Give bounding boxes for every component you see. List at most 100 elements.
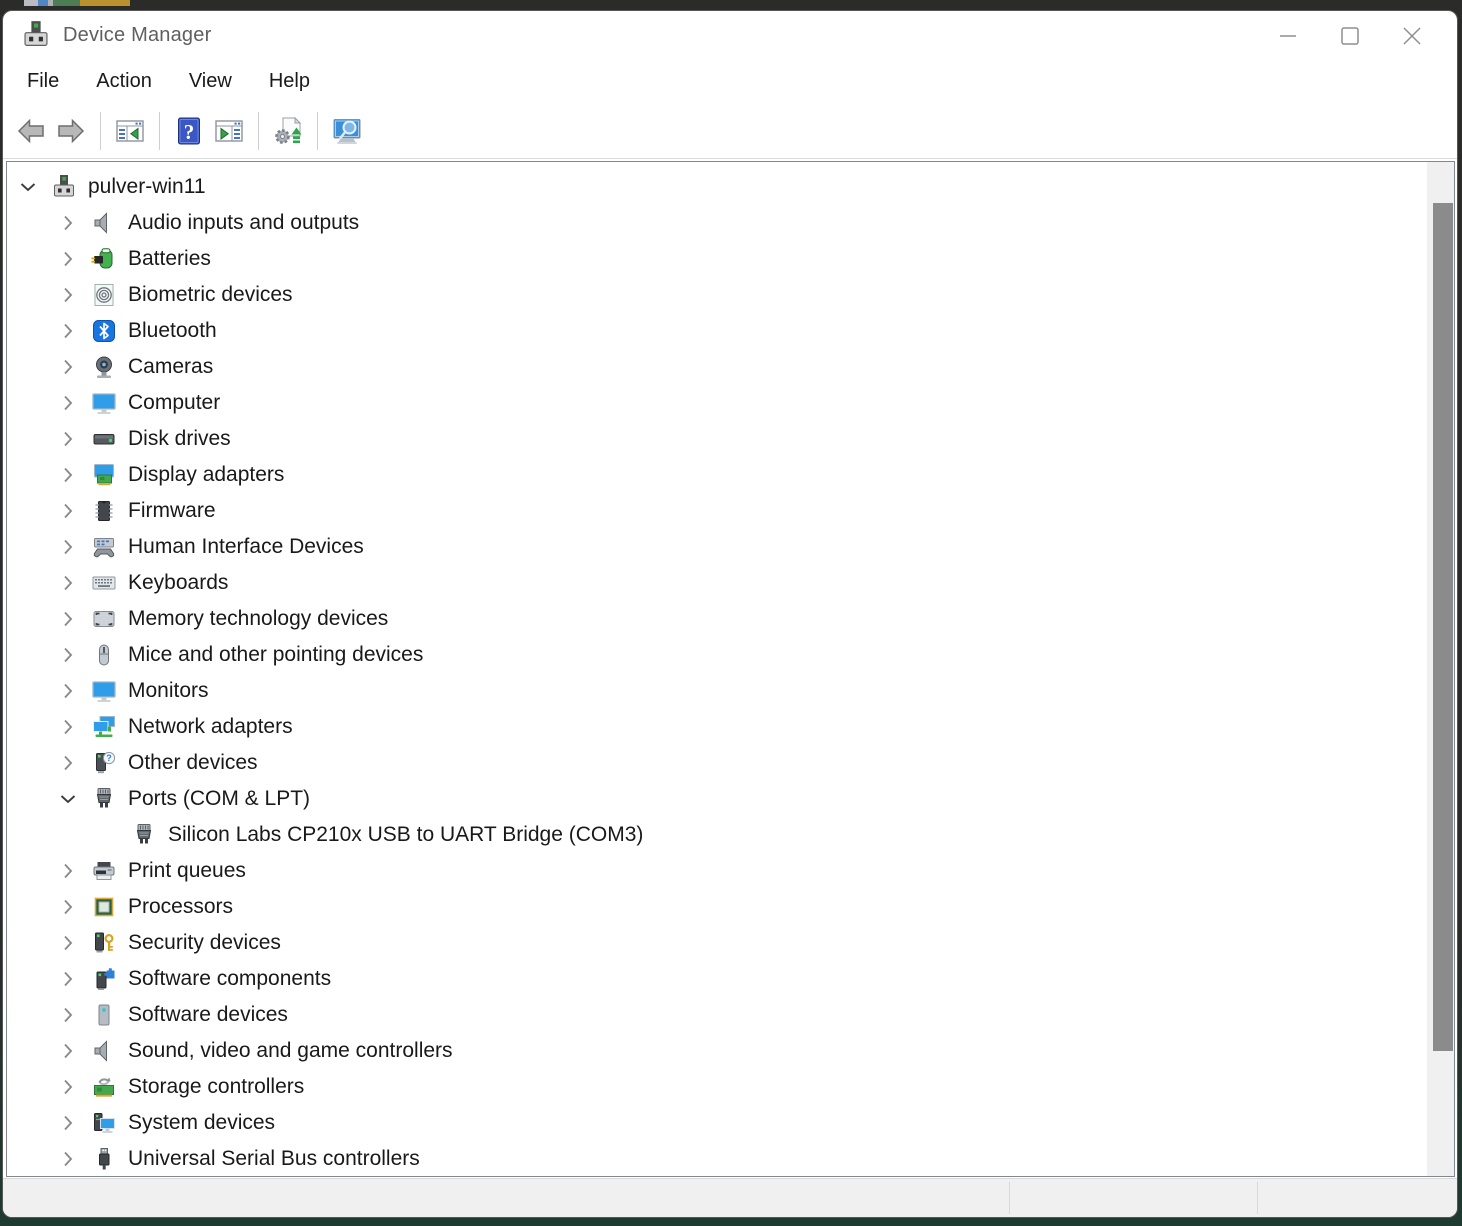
chevron-slot[interactable]	[55, 462, 81, 488]
chevron-slot[interactable]	[55, 714, 81, 740]
chevron-slot[interactable]	[55, 390, 81, 416]
chevron-right-icon[interactable]	[57, 392, 79, 414]
tree-item-display-adapters[interactable]: Display adapters	[7, 457, 1427, 493]
tree-item-cameras[interactable]: Cameras	[7, 349, 1427, 385]
chevron-slot[interactable]	[55, 1146, 81, 1172]
tree-item-biometric-devices[interactable]: Biometric devices	[7, 277, 1427, 313]
chevron-down-icon[interactable]	[17, 176, 39, 198]
chevron-right-icon[interactable]	[57, 536, 79, 558]
chevron-slot[interactable]	[55, 318, 81, 344]
tree-item-print-queues[interactable]: Print queues	[7, 853, 1427, 889]
chevron-slot[interactable]	[55, 282, 81, 308]
chevron-slot[interactable]	[55, 1110, 81, 1136]
chevron-right-icon[interactable]	[57, 932, 79, 954]
tree-item-processors[interactable]: Processors	[7, 889, 1427, 925]
chevron-right-icon[interactable]	[57, 428, 79, 450]
chevron-slot[interactable]	[55, 1002, 81, 1028]
chevron-slot[interactable]	[55, 426, 81, 452]
chevron-right-icon[interactable]	[57, 212, 79, 234]
chevron-right-icon[interactable]	[57, 464, 79, 486]
chevron-slot[interactable]	[55, 1038, 81, 1064]
tree-item-keyboards[interactable]: Keyboards	[7, 565, 1427, 601]
chevron-right-icon[interactable]	[57, 644, 79, 666]
chevron-slot[interactable]	[55, 642, 81, 668]
menu-help[interactable]: Help	[267, 68, 312, 95]
chevron-right-icon[interactable]	[57, 680, 79, 702]
chevron-right-icon[interactable]	[57, 356, 79, 378]
unknown-device-icon: ?	[91, 750, 117, 776]
chevron-slot[interactable]	[55, 354, 81, 380]
chevron-right-icon[interactable]	[57, 1112, 79, 1134]
chevron-right-icon[interactable]	[57, 572, 79, 594]
chevron-slot[interactable]	[55, 678, 81, 704]
chevron-right-icon[interactable]	[57, 500, 79, 522]
tree-item-batteries[interactable]: Batteries	[7, 241, 1427, 277]
chevron-slot[interactable]	[15, 174, 41, 200]
tree-item-sound-video-and-game-controllers[interactable]: Sound, video and game controllers	[7, 1033, 1427, 1069]
forward-button[interactable]	[51, 111, 91, 151]
close-button[interactable]	[1381, 17, 1443, 55]
chevron-right-icon[interactable]	[57, 1148, 79, 1170]
tree-item-storage-controllers[interactable]: Storage controllers	[7, 1069, 1427, 1105]
chevron-slot[interactable]	[55, 210, 81, 236]
tree-item-ports-com-lpt[interactable]: Ports (COM & LPT)	[7, 781, 1427, 817]
chevron-right-icon[interactable]	[57, 860, 79, 882]
tree-item-universal-serial-bus-controllers[interactable]: Universal Serial Bus controllers	[7, 1141, 1427, 1176]
titlebar: Device Manager	[3, 11, 1457, 59]
chevron-right-icon[interactable]	[57, 716, 79, 738]
tree-item-system-devices[interactable]: System devices	[7, 1105, 1427, 1141]
chevron-slot[interactable]	[55, 966, 81, 992]
tree-item-network-adapters[interactable]: Network adapters	[7, 709, 1427, 745]
chevron-right-icon[interactable]	[57, 608, 79, 630]
maximize-button[interactable]	[1319, 17, 1381, 55]
tree-item-software-devices[interactable]: Software devices	[7, 997, 1427, 1033]
minimize-button[interactable]	[1257, 17, 1319, 55]
chevron-right-icon[interactable]	[57, 1076, 79, 1098]
chevron-slot[interactable]	[55, 246, 81, 272]
menu-file[interactable]: File	[25, 68, 61, 95]
scrollbar-thumb[interactable]	[1433, 203, 1453, 1051]
tree-item-audio-inputs-and-outputs[interactable]: Audio inputs and outputs	[7, 205, 1427, 241]
tree-item-software-components[interactable]: Software components	[7, 961, 1427, 997]
chevron-slot[interactable]	[55, 570, 81, 596]
tree-item-memory-technology-devices[interactable]: Memory technology devices	[7, 601, 1427, 637]
help-button[interactable]: ?	[169, 111, 209, 151]
chevron-slot[interactable]	[55, 858, 81, 884]
chevron-slot[interactable]	[55, 786, 81, 812]
chevron-right-icon[interactable]	[57, 1040, 79, 1062]
tree-item-bluetooth[interactable]: Bluetooth	[7, 313, 1427, 349]
chevron-slot[interactable]	[55, 750, 81, 776]
tree-item-firmware[interactable]: Firmware	[7, 493, 1427, 529]
tree-item-disk-drives[interactable]: Disk drives	[7, 421, 1427, 457]
device-search-button[interactable]	[327, 111, 367, 151]
chevron-right-icon[interactable]	[57, 752, 79, 774]
tree-item-monitors[interactable]: Monitors	[7, 673, 1427, 709]
chevron-right-icon[interactable]	[57, 320, 79, 342]
chevron-slot[interactable]	[55, 930, 81, 956]
back-button[interactable]	[11, 111, 51, 151]
tree-item-security-devices[interactable]: Security devices	[7, 925, 1427, 961]
tree-item-other-devices[interactable]: ?Other devices	[7, 745, 1427, 781]
menu-view[interactable]: View	[187, 68, 234, 95]
scrollbar-track[interactable]	[1427, 162, 1454, 1176]
scan-for-hardware-changes-button[interactable]	[268, 111, 308, 151]
show-console-tree-button[interactable]	[110, 111, 150, 151]
chevron-slot[interactable]	[55, 534, 81, 560]
chevron-right-icon[interactable]	[57, 896, 79, 918]
chevron-right-icon[interactable]	[57, 248, 79, 270]
tree-item-mice-and-other-pointing-devices[interactable]: Mice and other pointing devices	[7, 637, 1427, 673]
tree-item-human-interface-devices[interactable]: Human Interface Devices	[7, 529, 1427, 565]
chevron-down-icon[interactable]	[57, 788, 79, 810]
chevron-slot[interactable]	[55, 1074, 81, 1100]
tree-item-pulver-win11[interactable]: pulver-win11	[7, 169, 1427, 205]
chevron-slot[interactable]	[55, 498, 81, 524]
chevron-right-icon[interactable]	[57, 968, 79, 990]
chevron-slot[interactable]	[55, 606, 81, 632]
chevron-right-icon[interactable]	[57, 1004, 79, 1026]
tree-item-silicon-labs-cp210x-usb-to-uart-bridge-com3[interactable]: Silicon Labs CP210x USB to UART Bridge (…	[7, 817, 1427, 853]
menu-action[interactable]: Action	[94, 68, 154, 95]
show-action-pane-button[interactable]	[209, 111, 249, 151]
chevron-right-icon[interactable]	[57, 284, 79, 306]
chevron-slot[interactable]	[55, 894, 81, 920]
tree-item-computer[interactable]: Computer	[7, 385, 1427, 421]
